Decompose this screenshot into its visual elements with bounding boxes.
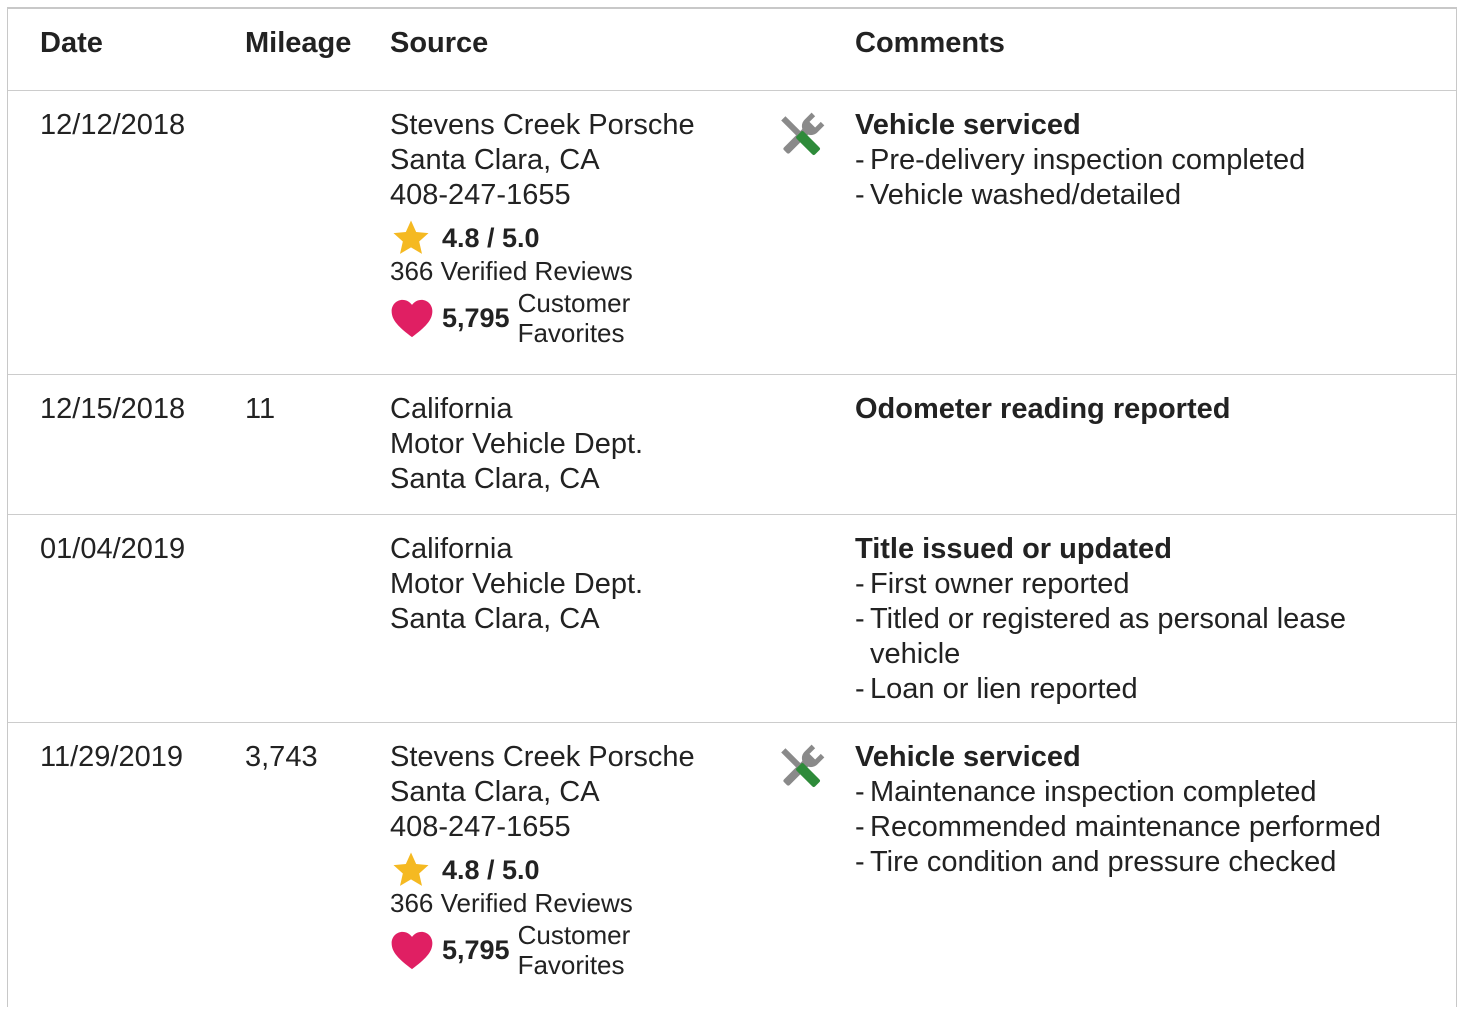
favorites-count: 5,795 <box>442 302 510 333</box>
favorites-count: 5,795 <box>442 934 510 965</box>
record-date: 12/12/2018 <box>40 109 186 141</box>
verified-reviews-link[interactable]: 366 Verified Reviews <box>390 888 695 918</box>
table-header: Date Mileage Source Comments <box>8 9 1456 91</box>
customer-favorites[interactable]: 5,795 Customer Favorites <box>390 288 695 348</box>
comment-item: - Recommended maintenance performed <box>855 811 1381 843</box>
rating-value: 4.8 / 5.0 <box>442 854 540 885</box>
source-location: Santa Clara, CA <box>390 776 600 808</box>
record-comments: Vehicle serviced - Pre-delivery inspectio… <box>855 108 1415 213</box>
favorites-label: Customer Favorites <box>517 920 631 980</box>
record-comments: Odometer reading reported <box>855 392 1415 427</box>
header-mileage: Mileage <box>245 27 352 59</box>
source-dept: Motor Vehicle Dept. <box>390 568 644 600</box>
source-name: California <box>390 393 513 425</box>
service-wrench-icon <box>773 108 829 173</box>
table-row: 01/04/2019 California Motor Vehicle Dept… <box>8 515 1456 723</box>
source-location: Santa Clara, CA <box>390 603 600 635</box>
source-location: Santa Clara, CA <box>390 144 600 176</box>
source-name: California <box>390 533 513 565</box>
star-icon <box>393 852 429 886</box>
comment-item: - First owner reported <box>855 568 1130 600</box>
record-comments: Title issued or updated - First owner rep… <box>855 532 1415 707</box>
table-row: 12/15/2018 11 California Motor Vehicle D… <box>8 375 1456 515</box>
comment-title: Vehicle serviced <box>855 741 1081 773</box>
record-source: California Motor Vehicle Dept. Santa Cla… <box>390 392 643 497</box>
source-name[interactable]: Stevens Creek Porsche <box>390 108 695 143</box>
comment-item: - Maintenance inspection completed <box>855 776 1317 808</box>
dealer-rating[interactable]: 4.8 / 5.0 <box>390 850 695 890</box>
source-location: Santa Clara, CA <box>390 463 600 495</box>
comment-item: - Loan or lien reported <box>855 673 1138 705</box>
record-date: 11/29/2019 <box>40 741 183 773</box>
record-comments: Vehicle serviced - Maintenance inspection… <box>855 740 1415 880</box>
source-phone[interactable]: 408-247-1655 <box>390 810 695 845</box>
record-source: Stevens Creek Porsche Santa Clara, CA 40… <box>390 108 695 348</box>
table-row: 12/12/2018 Stevens Creek Porsche Santa C… <box>8 91 1456 375</box>
comment-item: - Pre-delivery inspection completed <box>855 144 1306 176</box>
record-mileage: 3,743 <box>245 741 318 773</box>
record-date: 12/15/2018 <box>40 393 186 425</box>
source-dept: Motor Vehicle Dept. <box>390 428 644 460</box>
vehicle-history-table: Date Mileage Source Comments 12/12/2018 … <box>7 7 1457 1007</box>
comment-item: - Vehicle washed/detailed <box>855 179 1182 211</box>
record-mileage: 11 <box>245 393 276 425</box>
source-name[interactable]: Stevens Creek Porsche <box>390 740 695 775</box>
source-phone[interactable]: 408-247-1655 <box>390 178 695 213</box>
star-icon <box>393 220 429 254</box>
dealer-rating[interactable]: 4.8 / 5.0 <box>390 218 695 258</box>
customer-favorites[interactable]: 5,795 Customer Favorites <box>390 920 695 980</box>
header-comments: Comments <box>855 27 1005 59</box>
header-source: Source <box>390 27 489 59</box>
table-row: 11/29/2019 3,743 Stevens Creek Porsche S… <box>8 723 1456 1013</box>
comment-title: Odometer reading reported <box>855 393 1231 425</box>
comment-item: - Tire condition and pressure checked <box>855 846 1337 878</box>
record-source: Stevens Creek Porsche Santa Clara, CA 40… <box>390 740 695 980</box>
comment-item: - Titled or registered as personal lease … <box>855 603 1347 670</box>
header-date: Date <box>40 27 103 59</box>
heart-icon <box>391 299 433 338</box>
comment-title: Vehicle serviced <box>855 109 1081 141</box>
record-source: California Motor Vehicle Dept. Santa Cla… <box>390 532 643 637</box>
heart-icon <box>391 931 433 970</box>
service-wrench-icon <box>773 740 829 805</box>
rating-value: 4.8 / 5.0 <box>442 222 540 253</box>
record-date: 01/04/2019 <box>40 533 186 565</box>
verified-reviews-link[interactable]: 366 Verified Reviews <box>390 256 695 286</box>
comment-title: Title issued or updated <box>855 533 1172 565</box>
favorites-label: Customer Favorites <box>517 288 631 348</box>
